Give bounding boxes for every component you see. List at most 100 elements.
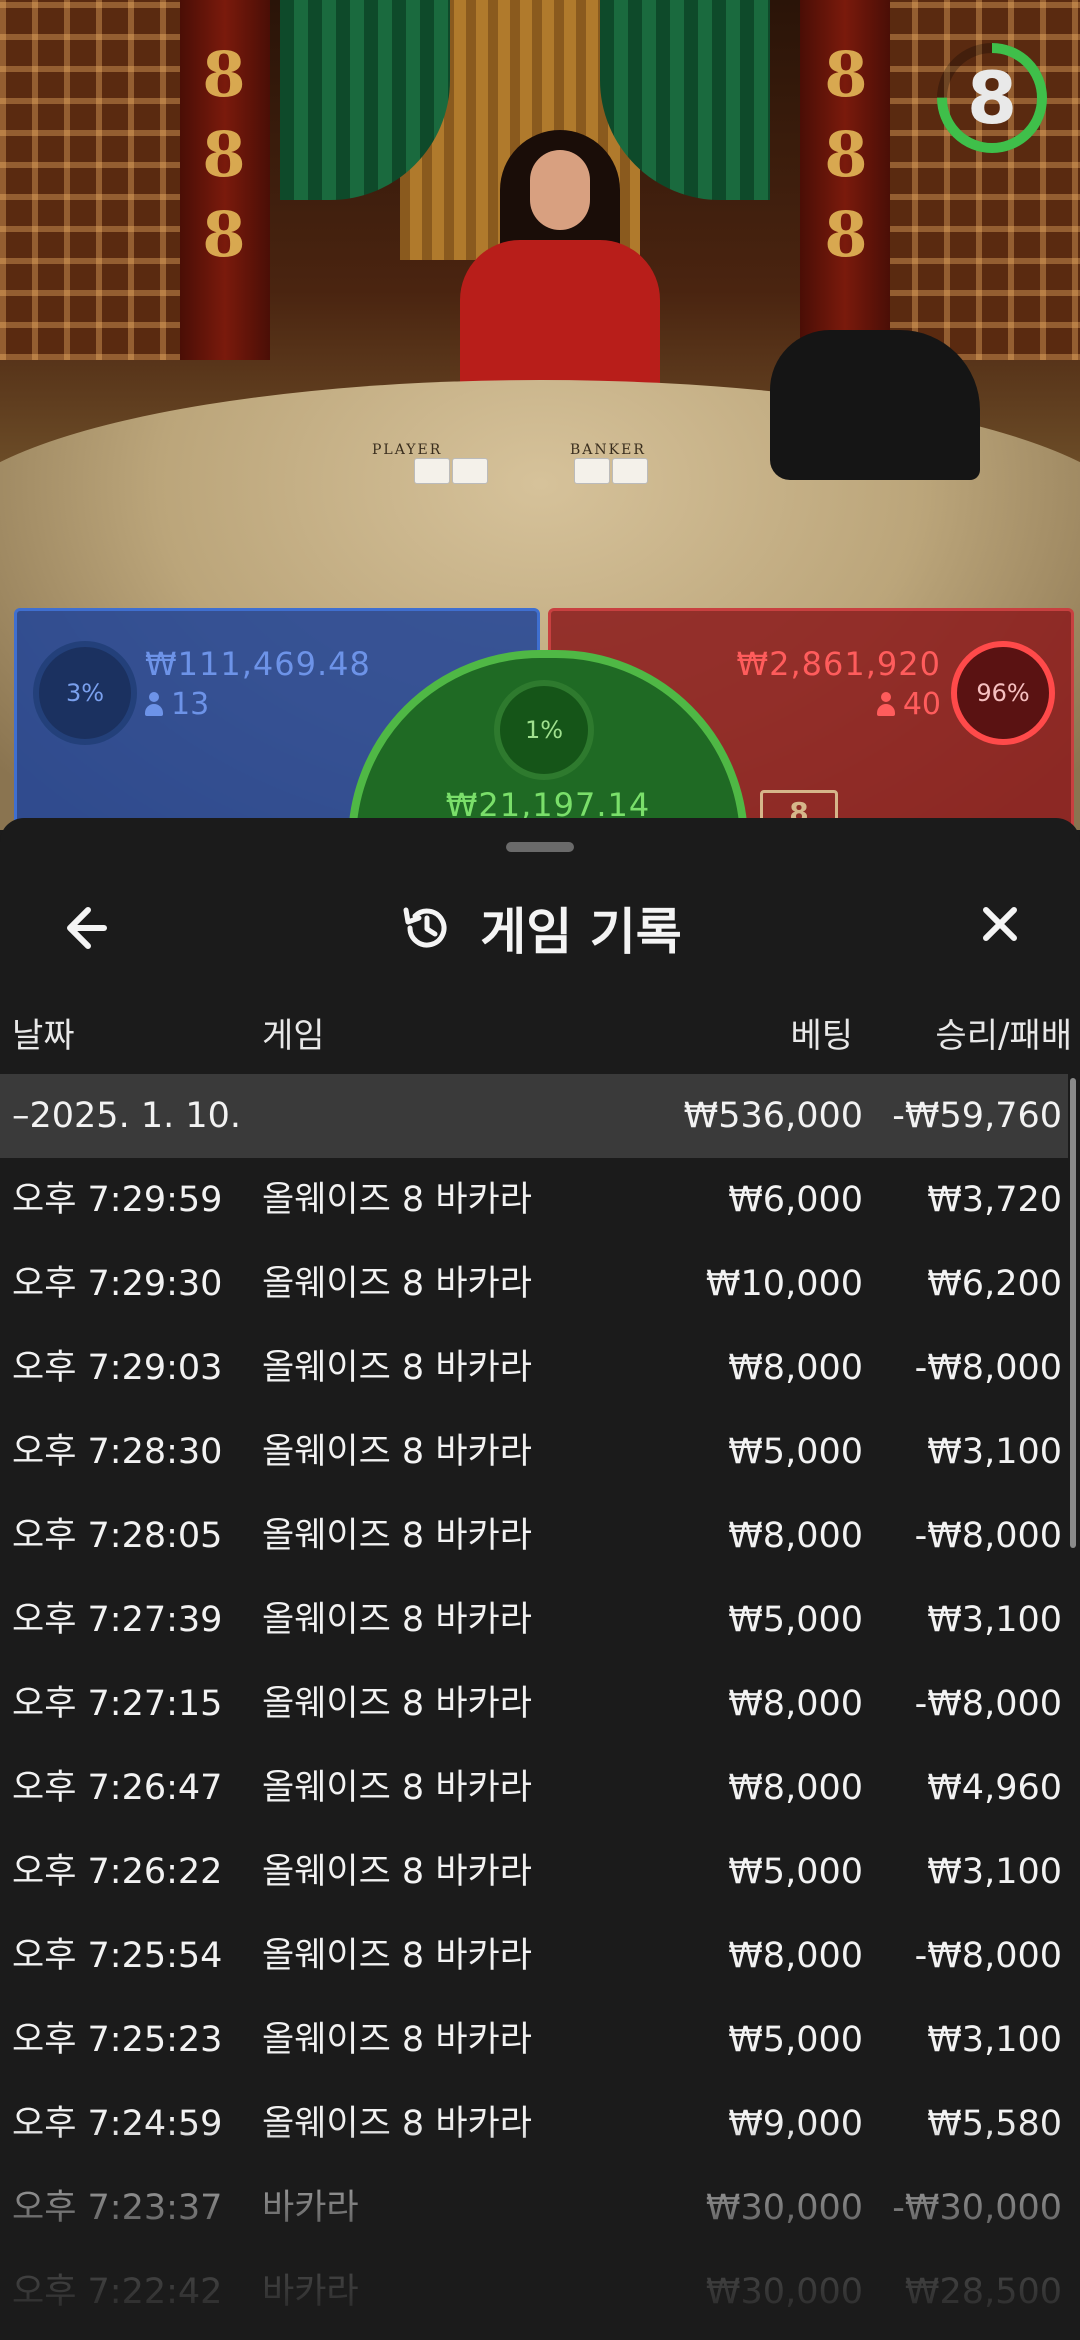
row-time: 오후 7:22:42: [12, 2272, 223, 2312]
sheet-header: 게임 기록: [0, 878, 1080, 978]
row-game: 올웨이즈 8 바카라: [262, 1264, 532, 1304]
row-time: 오후 7:28:30: [12, 1432, 223, 1472]
row-time: 오후 7:27:15: [12, 1684, 223, 1724]
row-game: 올웨이즈 8 바카라: [262, 1936, 532, 1976]
history-row[interactable]: 오후 7:25:23 올웨이즈 8 바카라 ₩5,000 ₩3,100: [0, 1998, 1068, 2082]
row-game: 바카라: [262, 2188, 359, 2228]
title-area: 게임 기록: [0, 878, 1080, 978]
banker-card: [574, 458, 610, 484]
close-button[interactable]: [960, 896, 1040, 960]
history-row[interactable]: 오후 7:27:39 올웨이즈 8 바카라 ₩5,000 ₩3,100: [0, 1578, 1068, 1662]
row-result: -₩30,000: [892, 2188, 1062, 2228]
row-result: ₩3,100: [927, 1600, 1062, 1640]
summary-result: -₩59,760: [892, 1096, 1062, 1136]
row-game: 올웨이즈 8 바카라: [262, 1348, 532, 1388]
person-icon: [145, 692, 163, 716]
history-row[interactable]: 오후 7:28:30 올웨이즈 8 바카라 ₩5,000 ₩3,100: [0, 1410, 1068, 1494]
row-bet: ₩8,000: [728, 1348, 863, 1388]
lattice-wall-left: [0, 0, 200, 360]
banker-total-bet: ₩2,861,920: [736, 645, 941, 683]
row-result: ₩5,580: [927, 2104, 1062, 2144]
date-summary-row[interactable]: –2025. 1. 10. ₩536,000 -₩59,760: [0, 1074, 1068, 1158]
row-game: 올웨이즈 8 바카라: [262, 1852, 532, 1892]
row-result: ₩3,100: [927, 1852, 1062, 1892]
row-result: ₩3,720: [927, 1180, 1062, 1220]
history-row[interactable]: 오후 7:29:59 올웨이즈 8 바카라 ₩6,000 ₩3,720: [0, 1158, 1068, 1242]
tie-percent: 1%: [494, 680, 594, 780]
column-header-date: 날짜: [12, 1016, 75, 1056]
row-time: 오후 7:27:39: [12, 1600, 223, 1640]
history-row[interactable]: 오후 7:29:03 올웨이즈 8 바카라 ₩8,000 -₩8,000: [0, 1326, 1068, 1410]
row-bet: ₩8,000: [728, 1936, 863, 1976]
summary-bet: ₩536,000: [683, 1096, 863, 1136]
eight-ornament: 8: [824, 118, 868, 191]
column-header-game: 게임: [262, 1016, 325, 1056]
player-card: [414, 458, 450, 484]
player-card: [452, 458, 488, 484]
history-row[interactable]: 오후 7:24:59 올웨이즈 8 바카라 ₩9,000 ₩5,580: [0, 2082, 1068, 2166]
close-icon: [983, 907, 1017, 941]
game-history-sheet: 게임 기록 날짜 게임 베팅 승리/패배 –2025. 1. 10. ₩536,…: [0, 818, 1080, 2340]
eight-ornament: 8: [202, 198, 246, 271]
row-game: 올웨이즈 8 바카라: [262, 2104, 532, 2144]
banker-percent: 96%: [951, 641, 1055, 745]
row-time: 오후 7:25:54: [12, 1936, 223, 1976]
history-row[interactable]: 오후 7:23:37 바카라 ₩30,000 -₩30,000: [0, 2166, 1068, 2250]
row-game: 올웨이즈 8 바카라: [262, 2020, 532, 2060]
history-row[interactable]: 오후 7:22:42 바카라 ₩30,000 ₩28,500: [0, 2250, 1068, 2334]
row-bet: ₩30,000: [705, 2188, 863, 2228]
history-row[interactable]: 오후 7:29:30 올웨이즈 8 바카라 ₩10,000 ₩6,200: [0, 1242, 1068, 1326]
history-row[interactable]: 오후 7:25:54 올웨이즈 8 바카라 ₩8,000 -₩8,000: [0, 1914, 1068, 1998]
person-icon: [876, 692, 895, 716]
row-bet: ₩5,000: [728, 1852, 863, 1892]
row-game: 올웨이즈 8 바카라: [262, 1600, 532, 1640]
player-bettor-count: 13: [145, 687, 209, 722]
row-bet: ₩30,000: [705, 2272, 863, 2312]
eight-ornament: 8: [824, 198, 868, 271]
row-time: 오후 7:24:59: [12, 2104, 223, 2144]
history-row[interactable]: 오후 7:27:15 올웨이즈 8 바카라 ₩8,000 -₩8,000: [0, 1662, 1068, 1746]
eight-ornament: 8: [202, 38, 246, 111]
banker-label: BANKER: [570, 442, 646, 458]
summary-date: –2025. 1. 10.: [12, 1096, 242, 1136]
player-percent: 3%: [33, 641, 137, 745]
row-time: 오후 7:26:22: [12, 1852, 223, 1892]
player-total-bet: ₩111,469.48: [145, 645, 371, 683]
history-icon: [403, 907, 447, 948]
row-game: 올웨이즈 8 바카라: [262, 1768, 532, 1808]
row-time: 오후 7:29:03: [12, 1348, 223, 1388]
row-game: 올웨이즈 8 바카라: [262, 1516, 532, 1556]
live-game-view: 8 8 8 8 8 8 PLAYER BANKER 8 3% ₩111,469.…: [0, 0, 1080, 830]
row-game: 올웨이즈 8 바카라: [262, 1180, 532, 1220]
row-game: 올웨이즈 8 바카라: [262, 1432, 532, 1472]
title-group: 게임 기록: [398, 878, 682, 978]
row-result: ₩3,100: [927, 1432, 1062, 1472]
row-result: -₩8,000: [914, 1348, 1062, 1388]
dealer-face: [530, 150, 590, 230]
row-time: 오후 7:28:05: [12, 1516, 223, 1556]
row-result: -₩8,000: [914, 1684, 1062, 1724]
row-game: 올웨이즈 8 바카라: [262, 1684, 532, 1724]
sheet-drag-handle[interactable]: [506, 842, 574, 852]
row-bet: ₩5,000: [728, 2020, 863, 2060]
row-bet: ₩5,000: [728, 1432, 863, 1472]
timer-value: 8: [966, 56, 1018, 140]
row-bet: ₩5,000: [728, 1600, 863, 1640]
row-bet: ₩9,000: [728, 2104, 863, 2144]
column-header-bet: 베팅: [790, 1016, 853, 1056]
countdown-timer: 8: [934, 40, 1050, 156]
sheet-title: 게임 기록: [480, 903, 682, 961]
row-result: ₩4,960: [927, 1768, 1062, 1808]
history-row[interactable]: 오후 7:26:47 올웨이즈 8 바카라 ₩8,000 ₩4,960: [0, 1746, 1068, 1830]
eight-ornament: 8: [202, 118, 246, 191]
eight-ornament: 8: [824, 38, 868, 111]
row-result: -₩8,000: [914, 1936, 1062, 1976]
row-result: -₩8,000: [914, 1516, 1062, 1556]
history-row[interactable]: 오후 7:28:05 올웨이즈 8 바카라 ₩8,000 -₩8,000: [0, 1494, 1068, 1578]
card-shoe: [770, 330, 980, 480]
row-bet: ₩8,000: [728, 1516, 863, 1556]
banker-card: [612, 458, 648, 484]
history-row[interactable]: 오후 7:26:22 올웨이즈 8 바카라 ₩5,000 ₩3,100: [0, 1830, 1068, 1914]
scrollbar[interactable]: [1070, 1078, 1076, 1548]
row-bet: ₩6,000: [728, 1180, 863, 1220]
